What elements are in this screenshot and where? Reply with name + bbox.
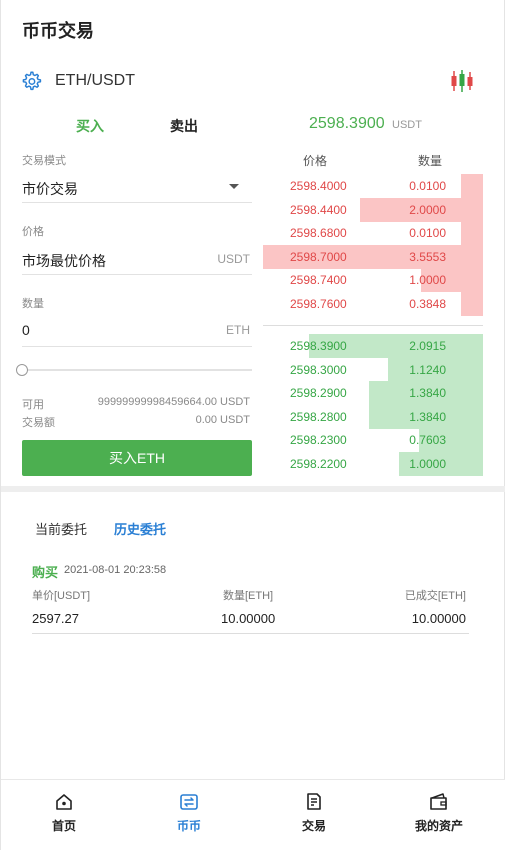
orderbook-qty: 0.3848 — [409, 296, 446, 311]
nav-assets[interactable]: 我的资产 — [389, 780, 489, 850]
orderbook-price: 2598.7400 — [290, 273, 347, 287]
turnover-label: 交易额 — [22, 417, 55, 429]
orderbook-qty: 0.0100 — [409, 226, 446, 240]
pair-symbol[interactable]: ETH/USDT — [55, 72, 135, 90]
order-price: 2597.27 — [32, 611, 79, 626]
orderbook-price: 2598.3000 — [290, 362, 347, 377]
section-divider — [1, 486, 505, 492]
orderbook-row[interactable]: 2598.7000 3.5553 — [263, 244, 483, 269]
order-qty-header: 数量[ETH] — [223, 590, 274, 602]
pair-row: ETH/USDT — [1, 62, 505, 102]
price-unit: USDT — [217, 252, 250, 266]
available-label: 可用 — [22, 399, 44, 411]
nav-label: 我的资产 — [414, 819, 463, 833]
orderbook-qty: 0.7603 — [409, 433, 446, 447]
order-price-header: 单价[USDT] — [32, 590, 91, 602]
price-label: 价格 — [22, 226, 44, 238]
orderbook-row[interactable]: 2598.6800 0.0100 — [263, 221, 483, 245]
nav-label: 币币 — [176, 819, 201, 833]
orderbook-qty: 1.3840 — [409, 386, 446, 400]
last-price-unit: USDT — [392, 119, 422, 131]
orderbook-row[interactable]: 2598.2200 1.0000 — [263, 451, 483, 476]
orderbook-price-header: 价格 — [303, 154, 328, 168]
orderbook-row[interactable]: 2598.2900 1.3840 — [263, 381, 483, 405]
orderbook-row[interactable]: 2598.4400 2.0000 — [263, 197, 483, 222]
orderbook-price: 2598.6800 — [290, 226, 347, 240]
depth-bar — [461, 291, 483, 316]
order-time: 2021-08-01 20:23:58 — [64, 564, 167, 576]
orderbook-qty: 2.0000 — [409, 202, 446, 217]
order-qty: 10.00000 — [221, 611, 276, 626]
depth-bar — [461, 221, 483, 245]
orderbook-price: 2598.4400 — [290, 202, 347, 217]
chevron-down-icon[interactable] — [229, 184, 239, 189]
orderbook-divider — [263, 325, 483, 326]
orderbook-price: 2598.7000 — [290, 249, 347, 264]
orderbook-row[interactable]: 2598.3000 1.1240 — [263, 357, 483, 382]
available-value: 99999999998459664.00 USDT — [97, 396, 250, 408]
app-frame: 币币交易 ETH/USDT 买入 卖出 2598.3900 USDT 交易模式 … — [0, 0, 505, 850]
nav-exchange[interactable]: 币币 — [139, 780, 239, 850]
orderbook-qty: 1.0000 — [409, 456, 446, 471]
trade-document-icon — [307, 793, 321, 810]
order-type: 购买 — [32, 565, 59, 580]
orderbook-qty: 3.5553 — [409, 249, 446, 264]
exchange-icon — [180, 794, 198, 810]
tab-sell[interactable]: 卖出 — [170, 116, 198, 136]
mode-select[interactable]: 市价交易 — [22, 179, 78, 199]
nav-home[interactable]: 首页 — [14, 780, 114, 850]
orderbook-qty: 1.1240 — [409, 362, 446, 377]
order-divider — [32, 633, 469, 634]
slider-handle[interactable] — [16, 364, 28, 376]
mode-label: 交易模式 — [22, 155, 66, 167]
amount-input[interactable]: 0 — [22, 322, 30, 338]
orderbook-qty: 0.0100 — [409, 179, 446, 193]
order-filled: 10.00000 — [411, 611, 466, 626]
orderbook-price: 2598.3900 — [290, 339, 347, 353]
orderbook-price: 2598.2800 — [290, 409, 347, 424]
orderbook-qty: 1.3840 — [409, 409, 446, 424]
orderbook-price: 2598.2200 — [290, 456, 347, 471]
buy-button[interactable]: 买入ETH — [22, 440, 252, 476]
turnover-value: 0.00 USDT — [195, 414, 250, 426]
orderbook-row[interactable]: 2598.7400 1.0000 — [263, 268, 483, 292]
orderbook-price: 2598.2900 — [290, 386, 347, 400]
orderbook-price: 2598.7600 — [290, 296, 347, 311]
amount-label: 数量 — [22, 298, 44, 310]
wallet-icon — [430, 793, 447, 810]
divider — [22, 202, 252, 203]
home-icon — [56, 794, 72, 810]
orderbook-row[interactable]: 2598.2300 0.7603 — [263, 428, 483, 452]
gear-icon[interactable] — [20, 70, 42, 92]
orderbook-row[interactable]: 2598.3900 2.0915 — [263, 334, 483, 358]
amount-slider[interactable] — [22, 369, 252, 371]
orderbook-price: 2598.4000 — [290, 179, 347, 193]
page-title: 币币交易 — [22, 21, 94, 41]
orderbook-row[interactable]: 2598.2800 1.3840 — [263, 404, 483, 429]
orderbook-price: 2598.2300 — [290, 433, 347, 447]
nav-label: 交易 — [301, 819, 326, 833]
tab-order-history[interactable]: 历史委托 — [114, 519, 166, 538]
tab-current-orders[interactable]: 当前委托 — [35, 519, 87, 538]
candlestick-icon[interactable] — [449, 68, 475, 94]
amount-unit: ETH — [226, 323, 250, 337]
nav-label: 首页 — [51, 819, 76, 833]
orderbook-row[interactable]: 2598.7600 0.3848 — [263, 291, 483, 316]
depth-bar — [461, 174, 483, 198]
orderbook-qty: 2.0915 — [409, 339, 446, 353]
orderbook-qty-header: 数量 — [418, 154, 443, 168]
price-input[interactable]: 市场最优价格 — [22, 251, 106, 271]
nav-trade[interactable]: 交易 — [264, 780, 364, 850]
last-price: 2598.3900 — [309, 115, 385, 132]
orderbook-qty: 1.0000 — [409, 273, 446, 287]
bottom-nav: 首页 币币 交易 我的资产 — [1, 779, 505, 850]
orderbook-row[interactable]: 2598.4000 0.0100 — [263, 174, 483, 198]
tab-buy[interactable]: 买入 — [76, 116, 104, 136]
order-filled-header: 已成交[ETH] — [404, 590, 466, 602]
divider — [22, 274, 252, 275]
divider — [22, 346, 252, 347]
